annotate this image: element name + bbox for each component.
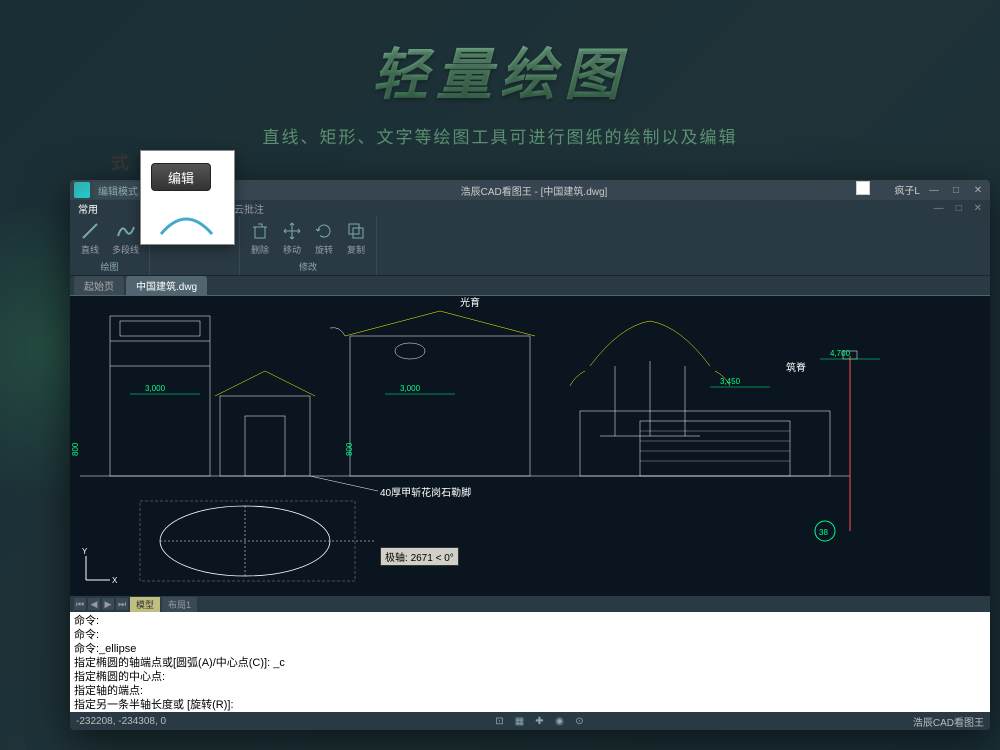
status-snap-icon[interactable]: ⊡ <box>492 714 506 728</box>
layout-first-button[interactable]: ⏮ <box>74 598 86 610</box>
rotate-tool-button[interactable]: 旋转 <box>312 219 336 258</box>
status-grid-icon[interactable]: ▦ <box>512 714 526 728</box>
rotate-icon <box>314 221 334 241</box>
cad-drawing: 3,000 3,000 3,450 4,700 800 800 40厚甲斩花岗石… <box>70 296 990 596</box>
svg-text:3,000: 3,000 <box>145 384 166 393</box>
copy-icon <box>346 221 366 241</box>
callout-curve-icon <box>159 209 214 239</box>
svg-text:800: 800 <box>345 442 354 456</box>
status-osnap-icon[interactable]: ⊙ <box>572 714 586 728</box>
polyline-icon <box>116 221 136 241</box>
delete-tool-button[interactable]: 删除 <box>248 219 272 258</box>
ribbon-group-draw: 直线 多段线 绘图 <box>70 216 150 275</box>
menu-tab-cloud[interactable]: 云批注 <box>234 201 264 216</box>
move-icon <box>282 221 302 241</box>
line-tool-button[interactable]: 直线 <box>78 219 102 258</box>
child-minimize-button[interactable]: — <box>934 203 944 214</box>
app-logo-icon[interactable] <box>74 182 90 198</box>
command-line-area[interactable]: 命令: 命令: 命令:_ellipse 指定椭圆的轴端点或[圆弧(A)/中心点(… <box>70 612 990 712</box>
status-polar-icon[interactable]: ◉ <box>552 714 566 728</box>
layout-tabs: ⏮ ◀ ▶ ⏭ 模型 布局1 <box>70 596 990 612</box>
document-tabs: 起始页 中国建筑.dwg <box>70 276 990 296</box>
line-icon <box>80 221 100 241</box>
layout-tab-model[interactable]: 模型 <box>130 597 160 612</box>
status-ortho-icon[interactable]: ✚ <box>532 714 546 728</box>
cad-app-window: 编辑模式 浩辰CAD看图王 - [中国建筑.dwg] 疯子L — □ ✕ 常用 … <box>70 180 990 730</box>
svg-text:X: X <box>112 576 118 585</box>
svg-text:Y: Y <box>82 548 88 556</box>
hero-subtitle: 直线、矩形、文字等绘图工具可进行图纸的绘制以及编辑 <box>0 123 1000 148</box>
svg-text:光育: 光育 <box>460 296 480 309</box>
status-product: 浩辰CAD看图王 <box>913 714 984 729</box>
tab-startpage[interactable]: 起始页 <box>74 276 124 295</box>
cmd-line: 指定轴的端点: <box>74 684 986 698</box>
polyline-tool-button[interactable]: 多段线 <box>110 219 141 258</box>
cmd-line: 命令: <box>74 628 986 642</box>
svg-text:3,000: 3,000 <box>400 384 421 393</box>
cmd-line: 命令: <box>74 614 986 628</box>
hero-title: 轻量绘图 <box>0 30 1000 111</box>
child-maximize-button[interactable]: □ <box>956 203 962 214</box>
ribbon-group-modify: 删除 移动 旋转 复制 修改 <box>240 216 377 275</box>
svg-text:38: 38 <box>819 528 828 537</box>
menu-tab-common[interactable]: 常用 <box>78 201 98 216</box>
layout-prev-button[interactable]: ◀ <box>88 598 100 610</box>
edit-button[interactable]: 编辑 <box>151 163 211 191</box>
close-button[interactable]: ✕ <box>970 184 986 196</box>
polar-tooltip: 极轴: 2671 < 0° <box>380 547 459 566</box>
move-tool-button[interactable]: 移动 <box>280 219 304 258</box>
cmd-line: 指定椭圆的中心点: <box>74 670 986 684</box>
edit-mode-callout: 式 编辑 <box>140 150 235 245</box>
cmd-line: 指定另一条半轴长度或 [旋转(R)]: <box>74 698 986 712</box>
svg-text:3,450: 3,450 <box>720 377 741 386</box>
status-coordinates: -232208, -234308, 0 <box>76 716 166 727</box>
copy-tool-button[interactable]: 复制 <box>344 219 368 258</box>
callout-peek-text: 式 <box>111 149 129 175</box>
draw-group-label: 绘图 <box>101 260 119 273</box>
window-title: 浩辰CAD看图王 - [中国建筑.dwg] <box>142 183 926 198</box>
layout-next-button[interactable]: ▶ <box>102 598 114 610</box>
ucs-axis-icon: Y X <box>78 548 118 588</box>
svg-text:筑脊: 筑脊 <box>786 361 806 374</box>
drawing-canvas[interactable]: 3,000 3,000 3,450 4,700 800 800 40厚甲斩花岗石… <box>70 296 990 596</box>
user-name: 疯子L <box>894 182 920 197</box>
svg-text:800: 800 <box>71 442 80 456</box>
user-avatar-icon[interactable] <box>856 181 870 195</box>
svg-text:40厚甲斩花岗石勒脚: 40厚甲斩花岗石勒脚 <box>380 486 471 499</box>
layout-last-button[interactable]: ⏭ <box>116 598 128 610</box>
hero-section: 轻量绘图 直线、矩形、文字等绘图工具可进行图纸的绘制以及编辑 <box>0 0 1000 148</box>
tab-active-document[interactable]: 中国建筑.dwg <box>126 276 207 295</box>
svg-text:4,700: 4,700 <box>830 349 851 358</box>
edit-mode-label: 编辑模式 <box>94 182 142 199</box>
minimize-button[interactable]: — <box>926 184 942 196</box>
modify-group-label: 修改 <box>299 260 317 273</box>
layout-tab-layout1[interactable]: 布局1 <box>162 597 197 612</box>
status-bar: -232208, -234308, 0 ⊡ ▦ ✚ ◉ ⊙ 浩辰CAD看图王 <box>70 712 990 730</box>
trash-icon <box>250 221 270 241</box>
maximize-button[interactable]: □ <box>948 184 964 196</box>
child-close-button[interactable]: ✕ <box>974 203 982 214</box>
cmd-line: 指定椭圆的轴端点或[圆弧(A)/中心点(C)]: _c <box>74 656 986 670</box>
cmd-line: 命令:_ellipse <box>74 642 986 656</box>
